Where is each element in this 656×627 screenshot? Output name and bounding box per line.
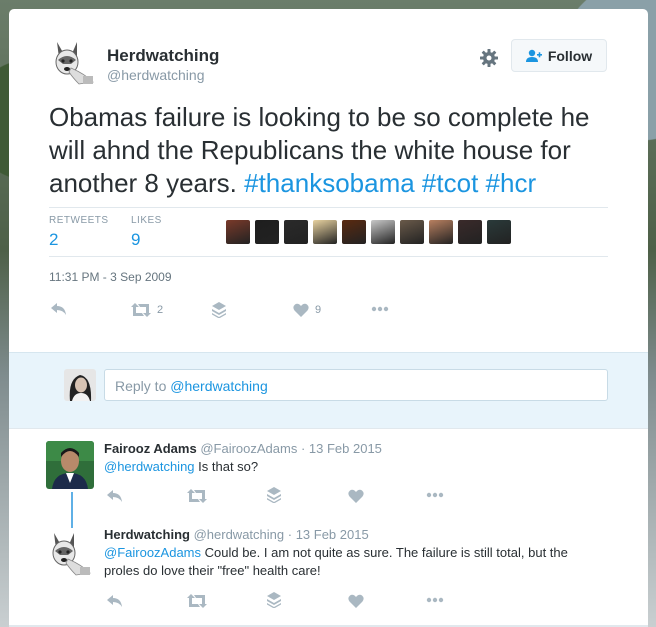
reply-author-handle[interactable]: @FairoozAdams [200, 441, 297, 456]
reply-date[interactable]: · 13 Feb 2015 [288, 527, 369, 542]
like-action[interactable] [348, 594, 364, 608]
reply-icon [107, 490, 122, 502]
stack-action[interactable] [267, 487, 281, 503]
stack-icon [267, 487, 281, 503]
more-action[interactable] [426, 492, 444, 498]
avatar[interactable] [46, 529, 94, 577]
stack-action[interactable] [212, 302, 226, 318]
more-icon [426, 597, 444, 603]
reply-prefix: Reply to [115, 378, 171, 394]
likes-label: LIKES [131, 215, 162, 226]
heart-icon [293, 303, 309, 317]
reply-author-name[interactable]: Fairooz Adams [104, 441, 197, 456]
hashtag-link[interactable]: #thanksobama [244, 168, 415, 198]
retweet-action[interactable] [187, 489, 207, 503]
reply-author-name[interactable]: Herdwatching [104, 527, 190, 542]
tweet-stats: RETWEETS 2 LIKES 9 [49, 207, 608, 257]
gear-icon[interactable] [479, 48, 499, 68]
avatar[interactable] [49, 38, 97, 86]
reply-action[interactable] [107, 594, 123, 608]
like-action[interactable]: 9 [293, 303, 321, 317]
more-icon [371, 306, 389, 312]
liker-avatar[interactable] [429, 220, 453, 244]
liker-avatar[interactable] [284, 220, 308, 244]
likers-avatars [226, 220, 511, 244]
reply-author-handle[interactable]: @herdwatching [194, 527, 285, 542]
retweets-count: 2 [49, 230, 59, 249]
retweet-action[interactable]: 2 [131, 303, 163, 317]
liker-avatar[interactable] [371, 220, 395, 244]
retweets-stat[interactable]: RETWEETS 2 [49, 215, 109, 250]
reply-text: @herdwatching Is that so? [104, 458, 604, 476]
mention-link[interactable]: @FairoozAdams [104, 545, 201, 560]
reply-icon [107, 595, 122, 607]
reply-header: Fairooz Adams @FairoozAdams · 13 Feb 201… [104, 441, 382, 456]
user-name[interactable]: Herdwatching [107, 46, 219, 66]
tweet-text: Obamas failure is looking to be so compl… [49, 101, 619, 200]
liker-avatar[interactable] [313, 220, 337, 244]
retweet-action[interactable] [187, 594, 207, 608]
reply-action[interactable] [107, 489, 123, 503]
likes-stat[interactable]: LIKES 9 [131, 215, 162, 250]
stack-icon [212, 302, 226, 318]
hashtag-link[interactable]: #hcr [486, 168, 537, 198]
liker-avatar[interactable] [487, 220, 511, 244]
reply-action[interactable] [51, 302, 67, 316]
liker-avatar[interactable] [226, 220, 250, 244]
tweet-permalink-card: Herdwatching @herdwatching Follow Obamas… [9, 9, 648, 627]
reply-body: Is that so? [194, 459, 259, 474]
heart-icon [348, 594, 364, 608]
current-user-avatar [64, 369, 96, 401]
like-count: 9 [315, 304, 322, 316]
retweets-label: RETWEETS [49, 215, 109, 226]
retweet-icon [187, 489, 207, 503]
more-action[interactable] [426, 597, 444, 603]
liker-avatar[interactable] [458, 220, 482, 244]
like-action[interactable] [348, 489, 364, 503]
follow-button[interactable]: Follow [511, 39, 607, 72]
reply-input[interactable]: Reply to @herdwatching [104, 369, 608, 401]
reply-date[interactable]: · 13 Feb 2015 [301, 441, 382, 456]
reply-text: @FairoozAdams Could be. I am not quite a… [104, 544, 604, 580]
liker-avatar[interactable] [400, 220, 424, 244]
reply-handle: @herdwatching [170, 378, 268, 394]
hashtag-link[interactable]: #tcot [422, 168, 478, 198]
reply-composer: Reply to @herdwatching [9, 352, 648, 429]
liker-avatar[interactable] [342, 220, 366, 244]
stack-icon [267, 592, 281, 608]
reply-header: Herdwatching @herdwatching · 13 Feb 2015 [104, 527, 369, 542]
likes-count: 9 [131, 230, 141, 249]
retweet-icon [131, 303, 151, 317]
retweet-icon [187, 594, 207, 608]
heart-icon [348, 489, 364, 503]
follow-label: Follow [547, 47, 593, 64]
retweet-count: 2 [157, 304, 164, 316]
mention-link[interactable]: @herdwatching [104, 459, 195, 474]
tweet-timestamp[interactable]: 11:31 PM - 3 Sep 2009 [49, 270, 172, 284]
user-handle[interactable]: @herdwatching [107, 67, 205, 83]
more-icon [426, 492, 444, 498]
liker-avatar[interactable] [255, 220, 279, 244]
reply-icon [51, 303, 66, 315]
more-action[interactable] [371, 306, 389, 312]
follow-person-icon [525, 49, 542, 62]
avatar[interactable] [46, 441, 94, 489]
main-tweet: Herdwatching @herdwatching Follow Obamas… [9, 9, 648, 352]
thread-connector [71, 492, 73, 528]
stack-action[interactable] [267, 592, 281, 608]
